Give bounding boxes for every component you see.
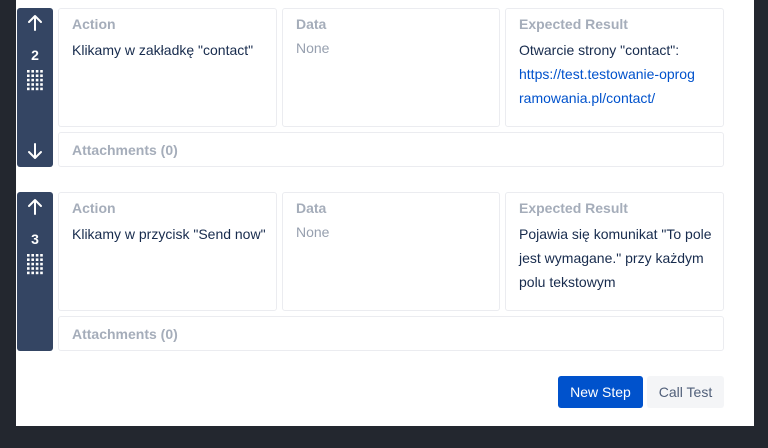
call-test-button[interactable]: Call Test (647, 376, 724, 408)
step-handle[interactable]: 2 (17, 8, 53, 167)
move-down-button[interactable] (17, 142, 53, 162)
data-value: None (296, 224, 330, 240)
attachments-row[interactable]: Attachments (0) (58, 132, 724, 167)
test-step-2: 2 Action Klikamy w zakładkę "contact" Da… (16, 8, 754, 168)
test-step-3: 3 Action Klikamy w przycisk "Send now" D… (16, 192, 754, 352)
action-value: Klikamy w przycisk "Send now" (72, 226, 266, 242)
test-steps-panel: 2 Action Klikamy w zakładkę "contact" Da… (16, 0, 754, 426)
action-value: Klikamy w zakładkę "contact" (72, 42, 254, 58)
arrow-up-icon (28, 15, 42, 31)
arrow-down-icon (28, 143, 42, 159)
action-label: Action (72, 200, 116, 216)
attachments-label: Attachments (0) (72, 326, 178, 342)
action-cell[interactable]: Action Klikamy w przycisk "Send now" (58, 192, 277, 311)
move-up-button[interactable] (17, 198, 53, 218)
grip-dots (27, 254, 43, 275)
expected-result-text: Otwarcie strony "contact": (519, 42, 680, 58)
drag-grip-icon[interactable] (26, 253, 44, 275)
step-number: 3 (31, 231, 39, 247)
expected-result-label: Expected Result (519, 200, 628, 216)
action-label: Action (72, 16, 116, 32)
move-up-button[interactable] (17, 14, 53, 34)
attachments-row[interactable]: Attachments (0) (58, 316, 724, 351)
data-label: Data (296, 200, 327, 216)
action-cell[interactable]: Action Klikamy w zakładkę "contact" (58, 8, 277, 127)
data-cell[interactable]: Data None (282, 192, 500, 311)
grip-dots (27, 70, 43, 91)
drag-grip-icon[interactable] (26, 69, 44, 91)
data-cell[interactable]: Data None (282, 8, 500, 127)
step-handle[interactable]: 3 (17, 192, 53, 351)
data-value: None (296, 40, 330, 56)
expected-result-link[interactable]: https://test.testowanie-oprogramowania.p… (519, 66, 695, 106)
new-step-button[interactable]: New Step (558, 376, 643, 408)
expected-result-value: Pojawia się komunikat "To pole jest wyma… (519, 226, 712, 290)
arrow-up-icon (28, 199, 42, 215)
attachments-label: Attachments (0) (72, 142, 178, 158)
expected-result-label: Expected Result (519, 16, 628, 32)
data-label: Data (296, 16, 327, 32)
expected-result-cell[interactable]: Expected Result Otwarcie strony "contact… (505, 8, 724, 127)
expected-result-value: Otwarcie strony "contact": https://test.… (519, 38, 699, 110)
expected-result-cell[interactable]: Expected Result Pojawia się komunikat "T… (505, 192, 724, 311)
step-number: 2 (31, 47, 39, 63)
